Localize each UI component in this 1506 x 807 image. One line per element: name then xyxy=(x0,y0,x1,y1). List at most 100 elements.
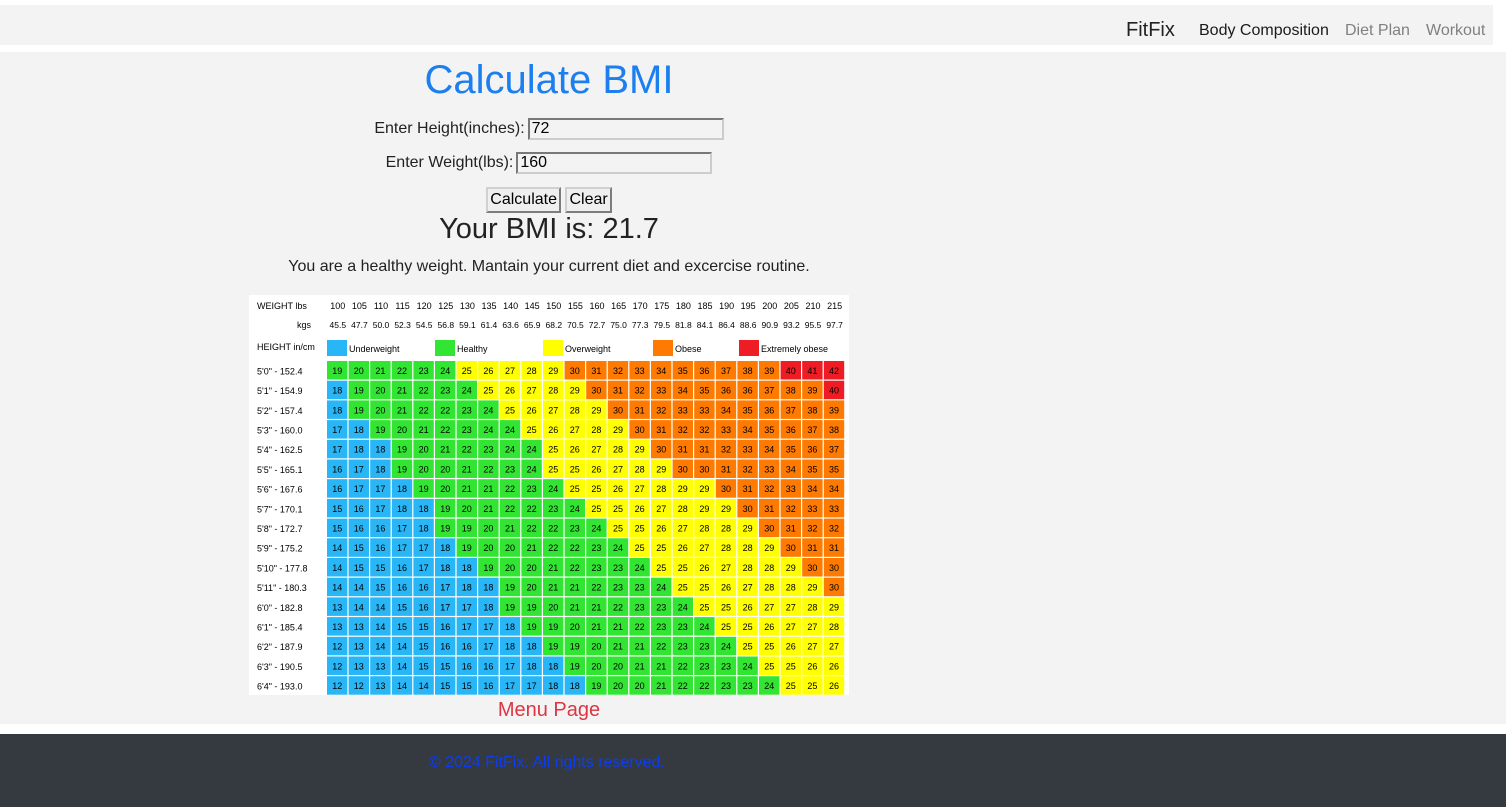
bmi-cell-value: 16 xyxy=(332,464,342,474)
bmi-cell-value: 29 xyxy=(656,464,666,474)
bmi-cell-value: 25 xyxy=(699,583,709,593)
weight-kg-label: 86.4 xyxy=(718,320,735,330)
weight-kg-label: 47.7 xyxy=(351,320,368,330)
bmi-cell-value: 20 xyxy=(591,661,601,671)
legend-label: Healthy xyxy=(457,344,488,354)
bmi-cell-value: 38 xyxy=(829,425,839,435)
bmi-cell-value: 33 xyxy=(699,405,709,415)
bmi-cell-value: 40 xyxy=(786,366,796,376)
bmi-cell-value: 25 xyxy=(635,523,645,533)
bmi-cell-value: 24 xyxy=(570,504,580,514)
bmi-cell-value: 13 xyxy=(354,642,364,652)
weight-input[interactable] xyxy=(516,152,713,174)
bmi-cell-value: 18 xyxy=(332,405,342,415)
bmi-cell-value: 39 xyxy=(764,366,774,376)
bmi-cell-value: 20 xyxy=(591,642,601,652)
bmi-cell-value: 17 xyxy=(397,543,407,553)
bmi-advice: You are a healthy weight. Mantain your c… xyxy=(288,258,810,275)
legend-label: Underweight xyxy=(349,344,400,354)
weight-kg-label: 45.5 xyxy=(330,320,347,330)
bmi-cell-value: 16 xyxy=(419,602,429,612)
bmi-cell-value: 16 xyxy=(375,523,385,533)
bmi-cell-value: 23 xyxy=(591,543,601,553)
bmi-cell-value: 38 xyxy=(786,386,796,396)
bmi-cell-value: 15 xyxy=(440,681,450,691)
bmi-cell-value: 25 xyxy=(699,602,709,612)
bmi-cell-value: 22 xyxy=(440,405,450,415)
bmi-cell-value: 14 xyxy=(375,602,385,612)
bmi-cell-value: 26 xyxy=(613,484,623,494)
bmi-cell-value: 25 xyxy=(462,366,472,376)
bmi-cell-value: 36 xyxy=(807,445,817,455)
calculate-button[interactable]: Calculate xyxy=(486,187,561,213)
bmi-cell-value: 26 xyxy=(786,642,796,652)
bmi-cell-value: 23 xyxy=(743,681,753,691)
bmi-cell-value: 13 xyxy=(354,622,364,632)
bmi-cell-value: 13 xyxy=(375,681,385,691)
nav-link-diet-plan[interactable]: Diet Plan xyxy=(1345,22,1410,40)
weight-lbs-label: 145 xyxy=(525,301,540,311)
bmi-cell-value: 29 xyxy=(678,484,688,494)
bmi-cell-value: 14 xyxy=(397,681,407,691)
bmi-cell-value: 21 xyxy=(635,642,645,652)
weight-kg-label: 97.7 xyxy=(826,320,843,330)
bmi-cell-value: 25 xyxy=(613,523,623,533)
bmi-cell-value: 31 xyxy=(743,484,753,494)
weight-lbs-label: 185 xyxy=(697,301,712,311)
bmi-cell-value: 22 xyxy=(462,445,472,455)
bmi-cell-value: 23 xyxy=(656,602,666,612)
nav-link-body-composition[interactable]: Body Composition xyxy=(1199,22,1329,40)
menu-page-link[interactable]: Menu Page xyxy=(0,699,1098,722)
bmi-cell-value: 14 xyxy=(354,602,364,612)
bmi-cell-value: 32 xyxy=(613,366,623,376)
bmi-cell-value: 20 xyxy=(613,681,623,691)
bmi-cell-value: 24 xyxy=(527,464,537,474)
brand-link[interactable]: FitFix xyxy=(1126,19,1175,42)
bmi-cell-value: 16 xyxy=(483,661,493,671)
bmi-cell-value: 25 xyxy=(591,504,601,514)
bmi-cell-value: 25 xyxy=(635,543,645,553)
bmi-cell-value: 14 xyxy=(397,661,407,671)
bmi-cell-value: 28 xyxy=(699,523,709,533)
legend-swatch xyxy=(435,340,455,356)
bmi-cell-value: 18 xyxy=(548,681,558,691)
bmi-cell-value: 14 xyxy=(375,622,385,632)
bmi-cell-value: 30 xyxy=(786,543,796,553)
bmi-cell-value: 17 xyxy=(332,425,342,435)
bmi-cell-value: 22 xyxy=(419,405,429,415)
weight-kg-label: 56.8 xyxy=(438,320,455,330)
bmi-cell-value: 15 xyxy=(375,583,385,593)
nav-link-workout[interactable]: Workout xyxy=(1426,22,1485,40)
bmi-cell-value: 21 xyxy=(656,661,666,671)
height-label: 5'3" - 160.0 xyxy=(257,425,302,435)
bmi-cell-value: 26 xyxy=(721,583,731,593)
clear-button[interactable]: Clear xyxy=(565,187,612,213)
bmi-cell-value: 16 xyxy=(483,681,493,691)
bmi-cell-value: 20 xyxy=(440,464,450,474)
weight-lbs-label: 195 xyxy=(741,301,756,311)
bmi-cell-value: 29 xyxy=(721,504,731,514)
bmi-cell-value: 20 xyxy=(375,405,385,415)
weight-kg-label: 65.9 xyxy=(524,320,541,330)
bmi-cell-value: 16 xyxy=(462,642,472,652)
bmi-cell-value: 22 xyxy=(635,622,645,632)
bmi-cell-value: 24 xyxy=(462,386,472,396)
height-input[interactable] xyxy=(527,118,724,140)
bmi-cell-value: 38 xyxy=(807,405,817,415)
bmi-cell-value: 25 xyxy=(656,543,666,553)
bmi-cell-value: 36 xyxy=(699,366,709,376)
bmi-cell-value: 29 xyxy=(786,563,796,573)
bmi-cell-value: 19 xyxy=(483,563,493,573)
bmi-cell-value: 27 xyxy=(829,642,839,652)
bmi-cell-value: 18 xyxy=(440,543,450,553)
bmi-cell-value: 28 xyxy=(548,386,558,396)
weight-lbs-label: 120 xyxy=(417,301,432,311)
bmi-cell-value: 17 xyxy=(505,661,515,671)
bmi-cell-value: 23 xyxy=(699,661,709,671)
bmi-cell-value: 18 xyxy=(505,642,515,652)
bmi-cell-value: 39 xyxy=(807,386,817,396)
bmi-cell-value: 17 xyxy=(527,681,537,691)
bmi-cell-value: 34 xyxy=(743,425,753,435)
weight-header: WEIGHT lbs xyxy=(257,301,307,311)
bmi-cell-value: 31 xyxy=(786,523,796,533)
